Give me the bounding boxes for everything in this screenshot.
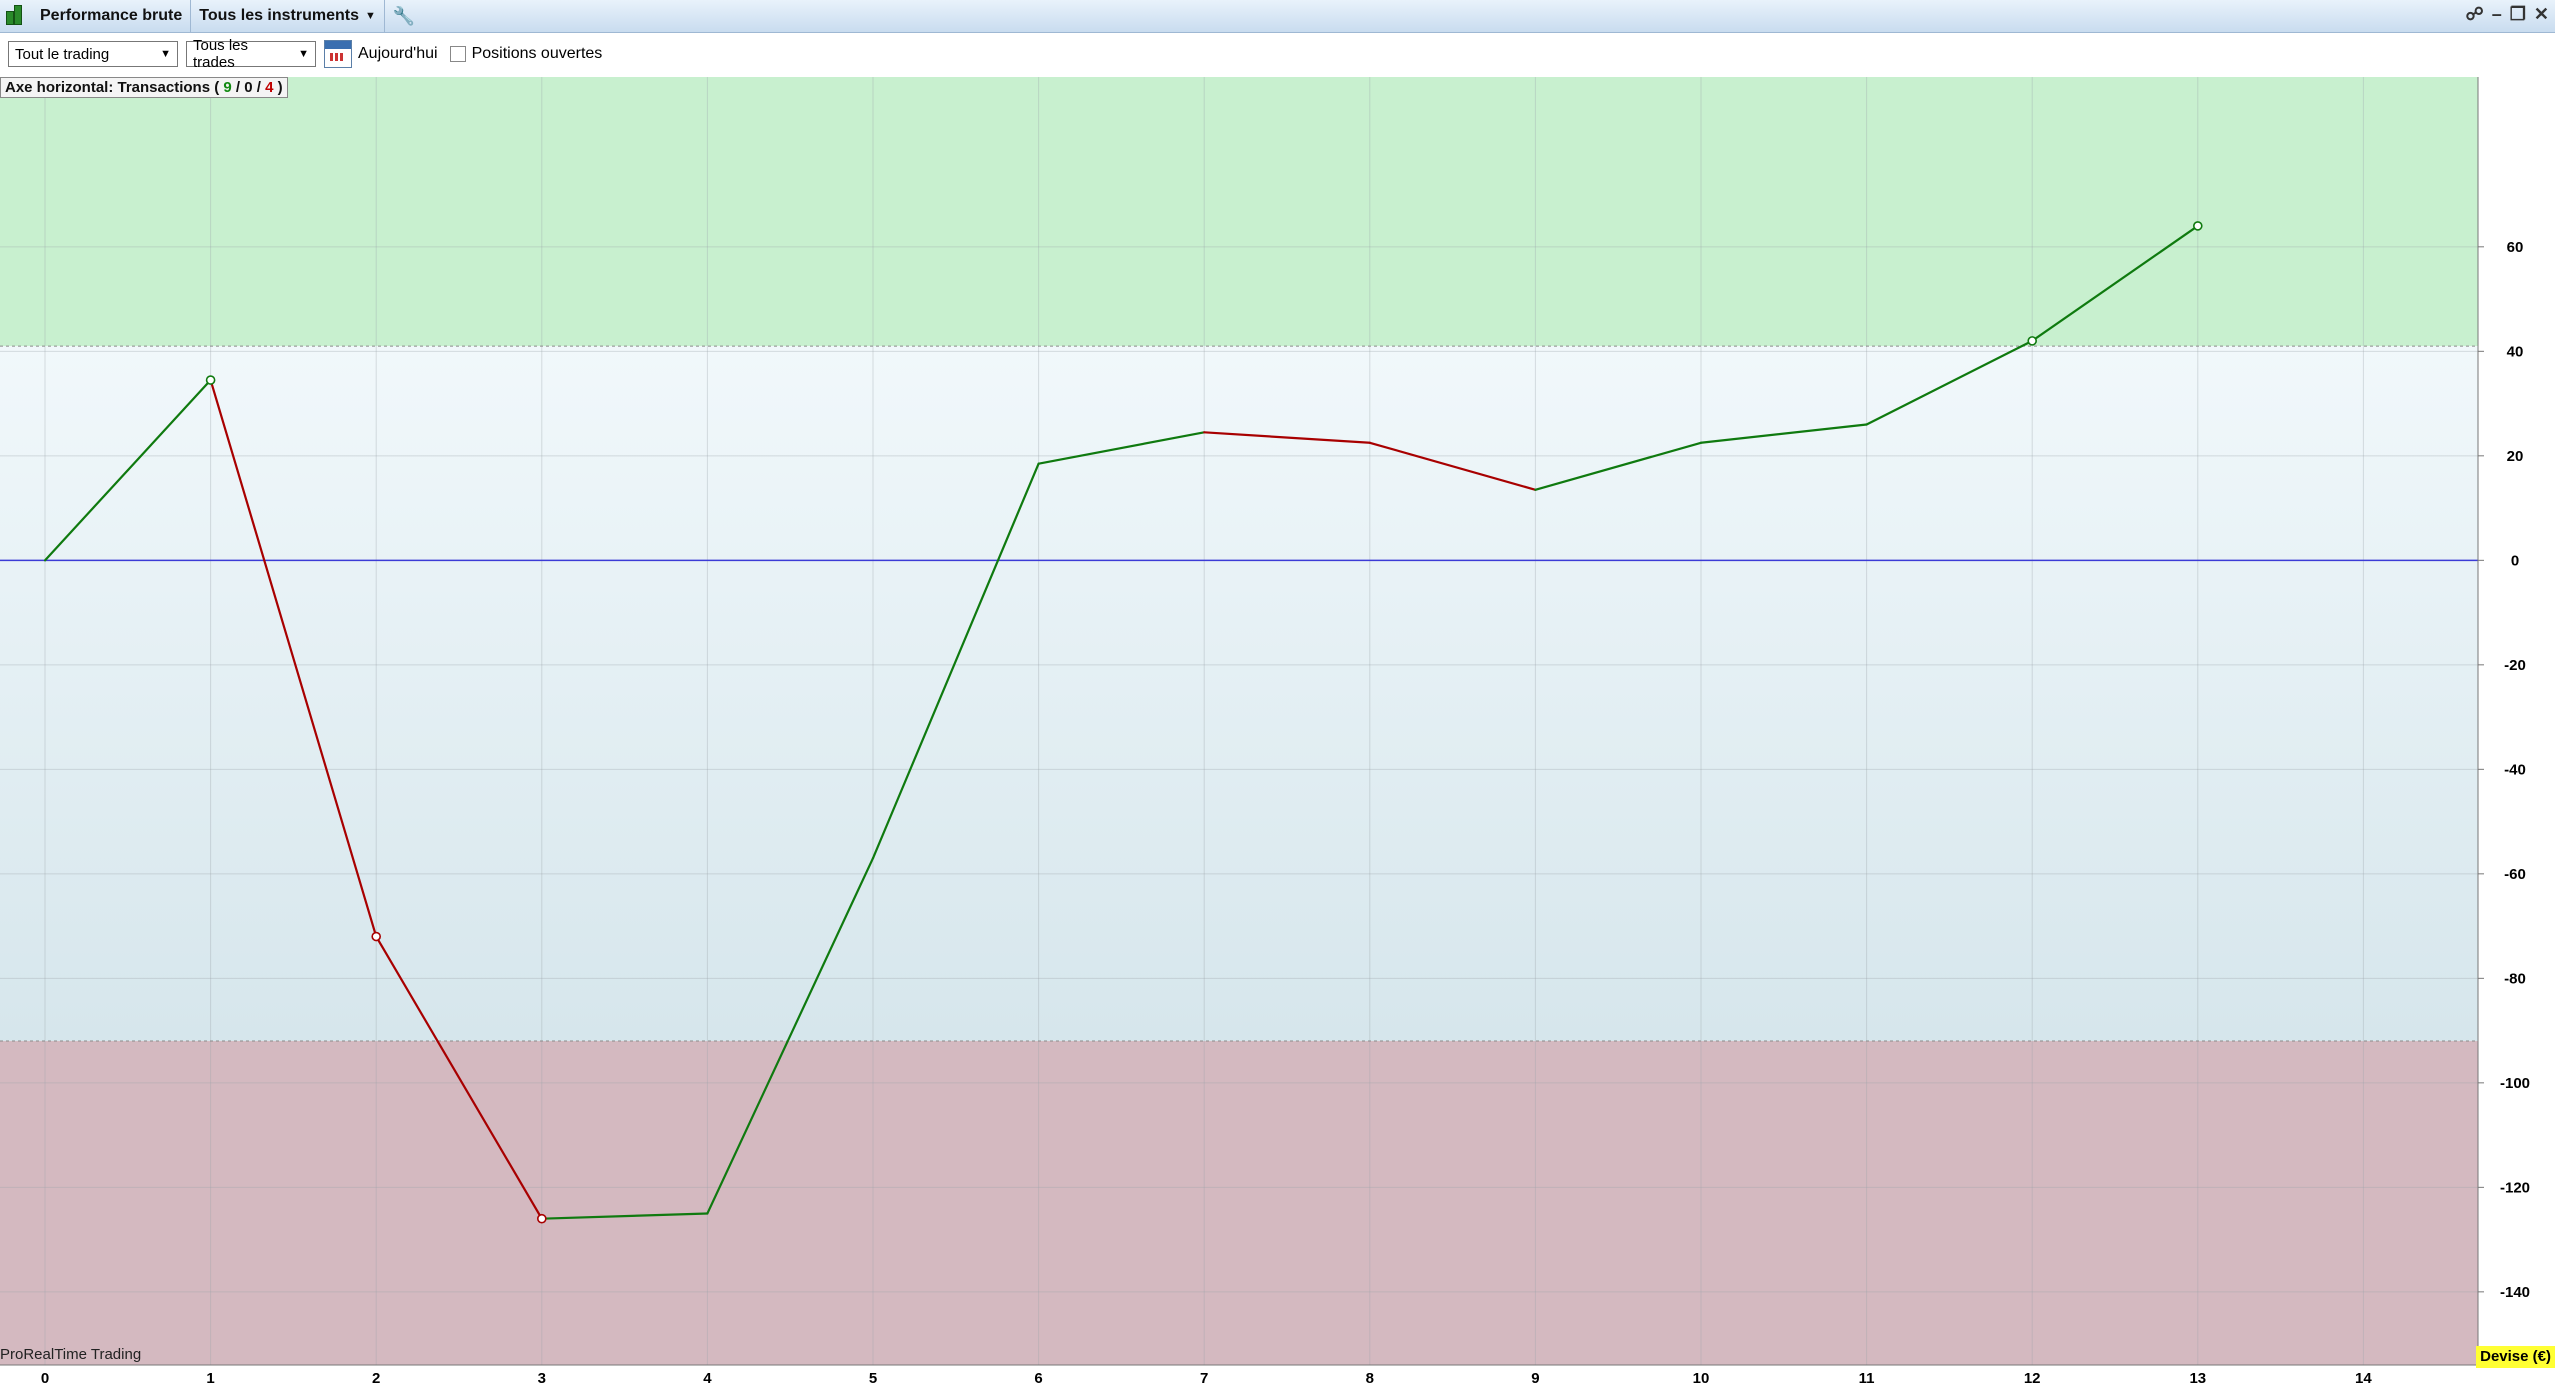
x-tick-label: 12 — [2024, 1370, 2041, 1387]
brand-label: ProRealTime Trading — [0, 1346, 142, 1363]
lower-band — [0, 1041, 2478, 1365]
wrench-icon[interactable]: 🔧 — [385, 6, 423, 27]
y-tick-label: -100 — [2500, 1075, 2530, 1092]
x-tick-label: 0 — [41, 1370, 49, 1387]
period-select[interactable]: Tout le trading ▼ — [8, 41, 178, 67]
x-tick-label: 14 — [2355, 1370, 2372, 1387]
calendar-icon[interactable] — [324, 40, 352, 68]
x-tick-label: 7 — [1200, 1370, 1208, 1387]
window-controls: ☍ – ❐ ✕ — [2466, 4, 2549, 25]
winning-trades-count: 9 — [223, 79, 232, 96]
data-point-marker — [2027, 336, 2037, 346]
performance-tab[interactable]: Performance brute — [32, 0, 192, 32]
restore-icon[interactable]: ❐ — [2510, 4, 2526, 25]
period-select-value: Tout le trading — [15, 45, 110, 63]
y-tick-label: -140 — [2500, 1284, 2530, 1301]
neutral-trades-count: 0 — [244, 79, 253, 96]
performance-chart: 6040200-20-40-60-80-100-120-1400 1 2 3 4 5 6 7 8… — [0, 77, 2555, 1387]
title-bar: Performance brute Tous les instruments ▼… — [0, 0, 2555, 33]
candlestick-chart-icon — [4, 5, 26, 27]
x-tick-label: 9 — [1531, 1370, 1539, 1387]
toolbar: Tout le trading ▼ Tous les trades ▼ Aujo… — [0, 33, 2555, 75]
performance-label: Performance brute — [40, 7, 183, 24]
x-tick-label: 1 — [206, 1370, 214, 1387]
data-point-marker — [371, 931, 382, 942]
chevron-down-icon: ▼ — [298, 48, 309, 60]
x-tick-label: 11 — [1859, 1370, 1875, 1387]
minimize-icon[interactable]: – — [2492, 4, 2502, 25]
horizontal-axis-label: Axe horizontal: Transactions ( 9 / 0 / 4… — [0, 77, 288, 98]
data-point-marker — [536, 1213, 547, 1224]
y-tick-label: 60 — [2507, 239, 2524, 256]
instruments-label: Tous les instruments — [199, 7, 359, 24]
upper-band — [0, 77, 2478, 347]
y-axis-background — [2479, 77, 2555, 1365]
trades-select[interactable]: Tous les trades ▼ — [186, 37, 316, 71]
x-axis-background — [0, 1366, 2555, 1387]
y-tick-label: -80 — [2504, 970, 2526, 987]
y-tick-label: 20 — [2507, 448, 2524, 465]
y-tick-label: -120 — [2500, 1179, 2530, 1196]
y-tick-label: 40 — [2507, 343, 2524, 360]
chevron-down-icon: ▼ — [365, 10, 376, 22]
x-tick-label: 8 — [1366, 1370, 1374, 1387]
data-point-marker — [205, 375, 216, 385]
open-positions-label: Positions ouvertes — [471, 45, 603, 62]
close-icon[interactable]: ✕ — [2534, 4, 2549, 25]
data-point-marker — [2193, 221, 2203, 231]
instruments-dropdown[interactable]: Tous les instruments ▼ — [191, 0, 385, 32]
x-tick-label: 3 — [538, 1370, 546, 1387]
y-tick-label: -40 — [2504, 761, 2526, 778]
share-icon[interactable]: ☍ — [2466, 4, 2484, 25]
x-tick-label: 6 — [1034, 1370, 1042, 1387]
trades-select-value: Tous les trades — [193, 37, 249, 71]
x-tick-label: 13 — [2189, 1370, 2206, 1387]
x-tick-label: 5 — [869, 1370, 877, 1387]
y-tick-label: -20 — [2504, 657, 2526, 674]
y-tick-label: -60 — [2504, 866, 2526, 883]
x-tick-label: 10 — [1693, 1370, 1710, 1387]
today-label[interactable]: Aujourd'hui — [358, 45, 438, 63]
x-tick-label: 4 — [703, 1370, 712, 1387]
y-tick-label: 0 — [2511, 552, 2519, 569]
currency-badge: Devise (€) — [2476, 1346, 2555, 1368]
chart-area: 60 40 20 0 -20 -40 -60 -80 -100 -120 -140 0 1 2 3 4 5 6 7 8… — [0, 77, 2555, 1387]
axis-label-prefix: Axe horizontal: Transactions — [5, 79, 211, 96]
x-tick-label: 2 — [372, 1370, 380, 1387]
chevron-down-icon: ▼ — [160, 48, 171, 60]
open-positions-checkbox[interactable] — [449, 46, 466, 62]
losing-trades-count: 4 — [265, 79, 274, 96]
